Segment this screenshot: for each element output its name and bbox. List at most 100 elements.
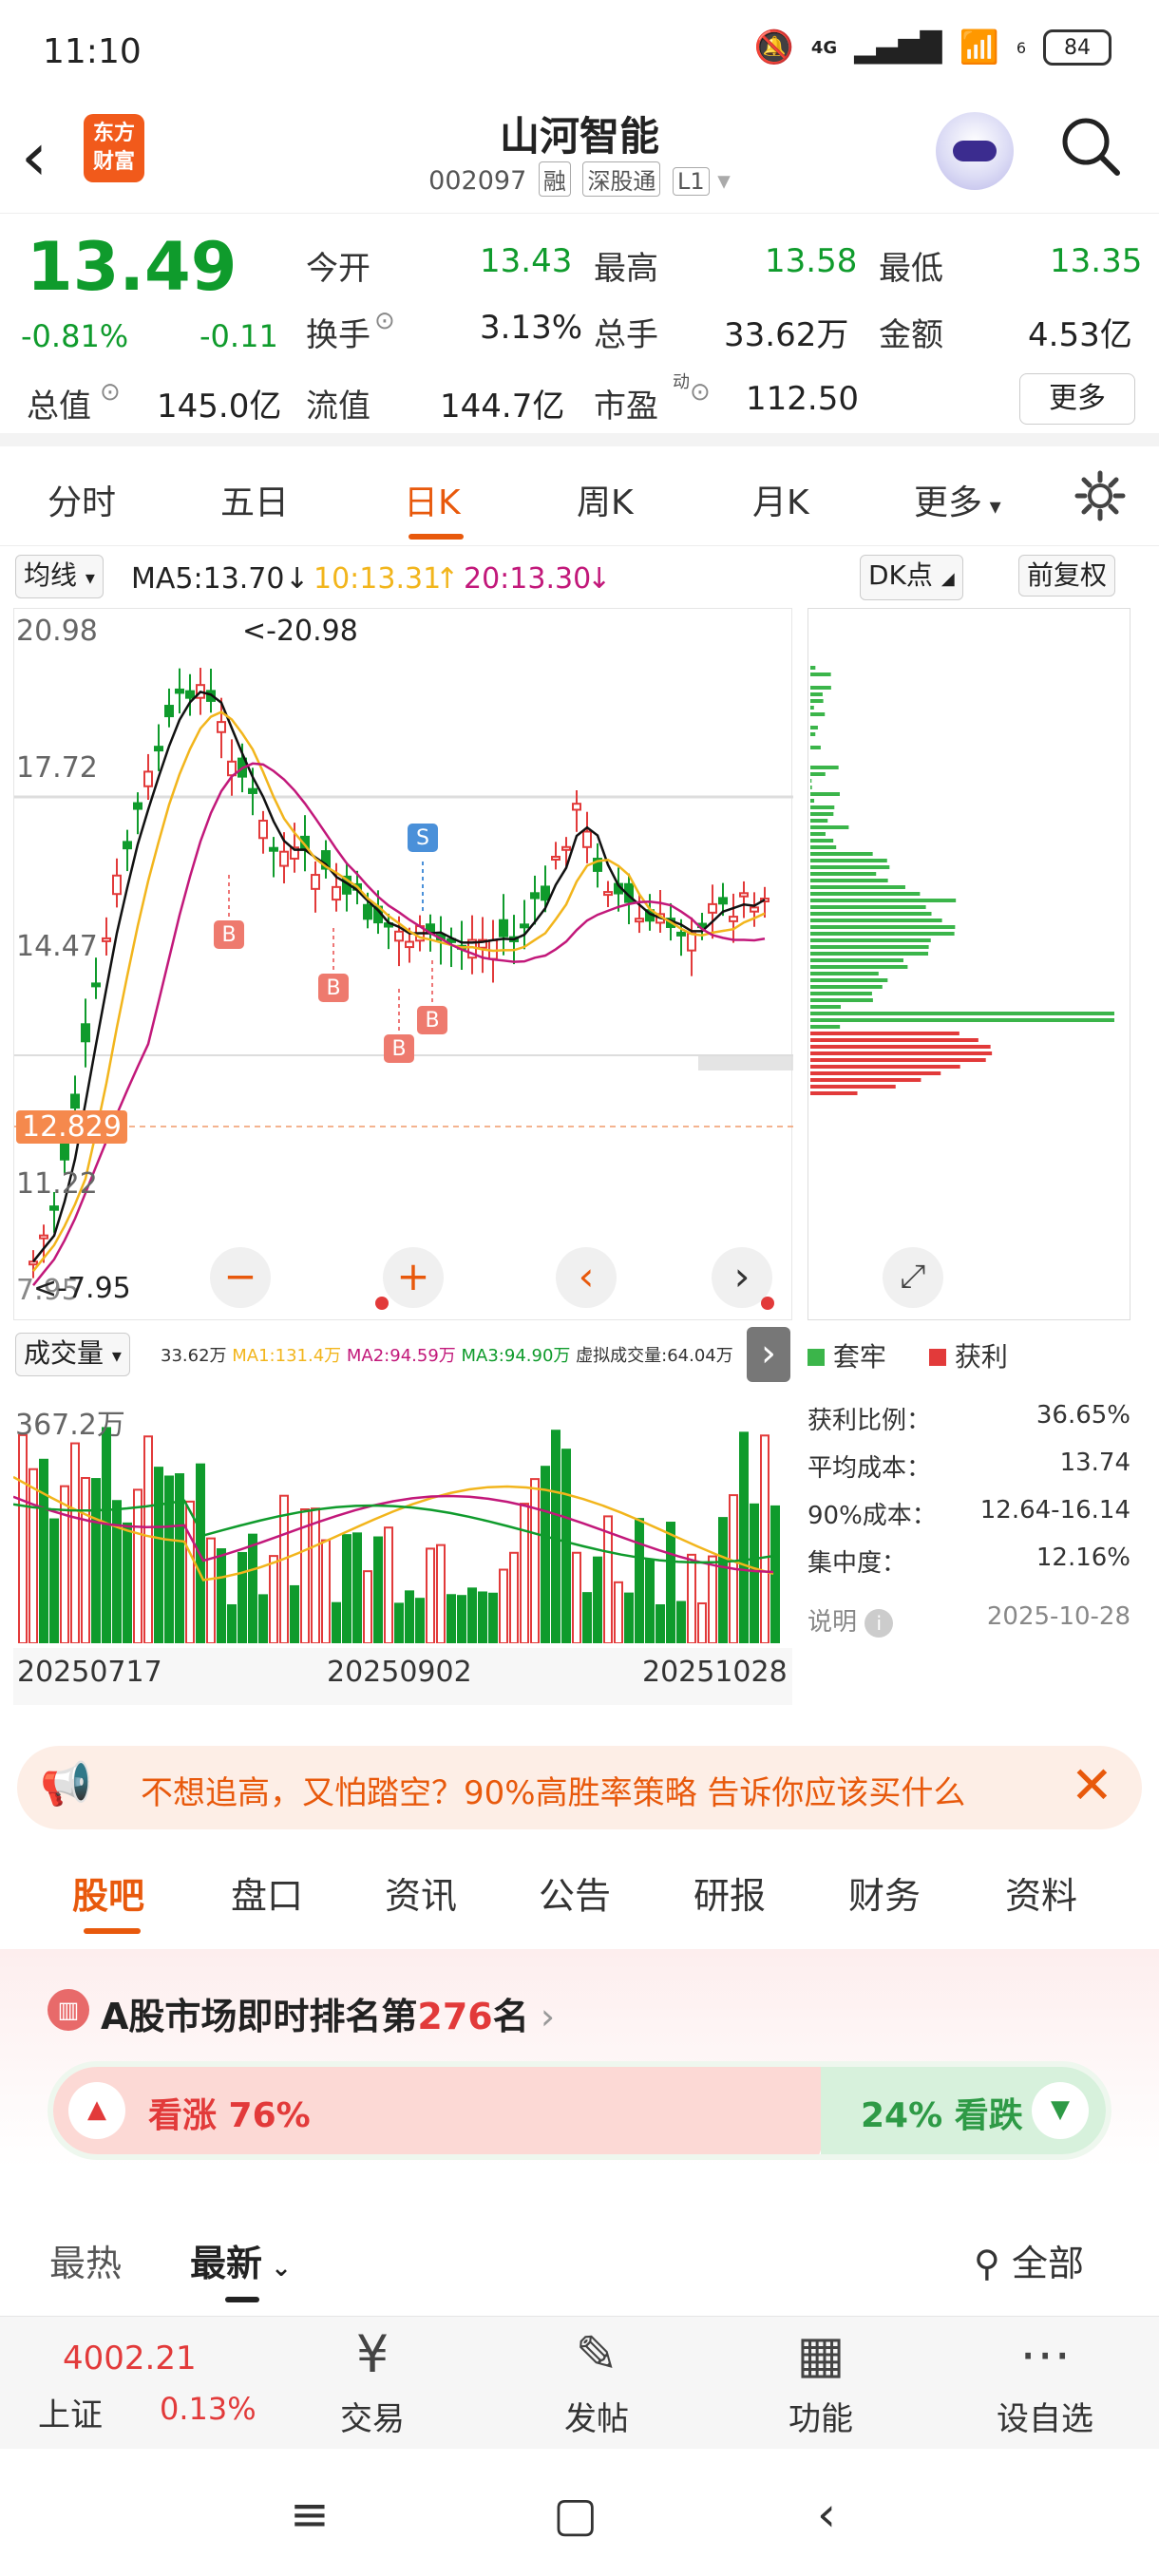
feed-tab-new[interactable]: 最新 ⌄ (190, 2234, 292, 2286)
filter-icon: ⚲ (974, 2243, 1000, 2284)
market-cap-info-icon[interactable]: ⊙ (100, 378, 121, 407)
dk-point-button[interactable]: DK点 ◢ (860, 555, 963, 600)
chip-bar (810, 978, 888, 982)
search-icon[interactable] (1056, 112, 1125, 180)
chip-distribution-chart[interactable]: ⤢ (808, 608, 1130, 1320)
tab-weekly-k[interactable]: 周K (577, 475, 634, 524)
feed-tab-hot[interactable]: 最热 (49, 2234, 122, 2286)
tab-intraday[interactable]: 分时 (48, 475, 116, 524)
volume-bar (373, 1536, 383, 1644)
tab-monthly-k[interactable]: 月K (752, 475, 809, 524)
candle (143, 770, 153, 787)
candle (572, 803, 581, 811)
change-amount: -0.11 (200, 318, 278, 354)
candle (739, 892, 749, 898)
market-cap-value: 145.0亿 (157, 388, 282, 426)
volume-bar (227, 1603, 237, 1644)
tab-financials[interactable]: 财务 (848, 1866, 921, 1919)
post-button[interactable]: ✎ 发帖 (521, 2317, 673, 2439)
chip-bar (810, 1025, 841, 1029)
more-dots-icon: ⋯ (1019, 2324, 1071, 2384)
stat-note[interactable]: 说明 i 2025-10-28 (808, 1602, 1130, 1638)
volume-bar (217, 1548, 226, 1645)
tab-five-day[interactable]: 五日 (220, 475, 289, 524)
close-icon[interactable]: ✕ (1071, 1755, 1113, 1815)
chip-bar (810, 865, 890, 869)
turnover-info-icon[interactable]: ⊙ (374, 307, 395, 335)
home-icon[interactable]: ▢ (553, 2487, 598, 2542)
chip-bar (810, 666, 816, 670)
bearish-label: 24% 看跌 (861, 2096, 1023, 2135)
red-dot (761, 1297, 774, 1310)
current-price: 13.49 (27, 228, 238, 306)
filter-button[interactable]: ⚲ 全部 (974, 2234, 1084, 2286)
index-name: 上证 (38, 2396, 103, 2434)
tab-news[interactable]: 资讯 (385, 1866, 457, 1919)
zoom-in-button[interactable]: + (383, 1247, 444, 1308)
candle (394, 930, 404, 942)
tab-daily-k[interactable]: 日K (404, 475, 461, 524)
ma20-arrow: ↓ (587, 562, 612, 596)
chip-bar (810, 1071, 941, 1075)
chip-stats: 套牢 获利 获利比例： 36.65% 平均成本： 13.74 90%成本： 12.64… (808, 1325, 1130, 1648)
index-change: 0.13% (160, 2391, 256, 2427)
trade-button[interactable]: ¥ 交易 (296, 2317, 448, 2439)
chip-bar (810, 1038, 978, 1042)
settings-gear-icon[interactable] (1074, 469, 1127, 522)
tab-orderbook[interactable]: 盘口 (231, 1866, 303, 1919)
volume-bar (739, 1431, 749, 1644)
tab-research[interactable]: 研报 (694, 1866, 766, 1919)
tab-more[interactable]: 更多 ▾ (914, 475, 1001, 524)
functions-button[interactable]: ▦ 功能 (745, 2317, 897, 2439)
chip-bar (810, 706, 814, 710)
menu-icon[interactable]: ≡ (290, 2487, 330, 2542)
promo-banner[interactable]: 📢 不想追高，又怕踏空？90%高胜率策略 告诉你应该买什么 ✕ (17, 1746, 1142, 1829)
volume-bar (290, 1584, 299, 1644)
yen-cycle-icon: ¥ (355, 2324, 390, 2384)
zoom-out-button[interactable]: − (210, 1247, 271, 1308)
ma-selector[interactable]: 均线 ▾ (15, 555, 104, 598)
candle (269, 846, 278, 852)
tab-announcements[interactable]: 公告 (539, 1866, 611, 1919)
system-nav-bar: ≡ ▢ ‹ (0, 2449, 1159, 2576)
expand-icon[interactable]: ⤢ (883, 1247, 943, 1308)
change-percent: -0.81% (21, 318, 129, 354)
robot-assistant-avatar[interactable] (936, 112, 1014, 190)
volume-bar (446, 1594, 456, 1644)
volume-bar (18, 1433, 28, 1644)
adjust-button[interactable]: 前复权 (1018, 555, 1116, 597)
stat-label: 集中度： (808, 1549, 907, 1578)
chip-bar (810, 812, 834, 816)
pe-label: 市盈 (594, 388, 658, 426)
scroll-left-button[interactable]: ‹ (556, 1247, 617, 1308)
chip-bar (810, 938, 931, 942)
candle (541, 885, 550, 901)
more-quote-button[interactable]: 更多 (1019, 373, 1135, 425)
watchlist-settings-button[interactable]: ⋯ 设自选 (969, 2317, 1121, 2439)
candle (248, 787, 257, 794)
open-label: 今开 (306, 250, 370, 288)
volume-chart[interactable]: 367.2万 (12, 1382, 792, 1645)
kline-chart[interactable]: BBBBS 20.98 17.72 14.47 12.829 11.22 7.9… (13, 608, 793, 1320)
dropdown-icon[interactable]: ▾ (717, 166, 731, 196)
legend-trapped-label: 套牢 (832, 1341, 886, 1373)
expand-panel-arrow-icon[interactable]: › (747, 1327, 790, 1382)
vote-up-icon[interactable]: ▲ (68, 2082, 125, 2139)
tab-profile[interactable]: 资料 (1005, 1866, 1077, 1919)
volume-bar (258, 1594, 268, 1644)
volume-bar (311, 1507, 320, 1644)
tab-forum[interactable]: 股吧 (72, 1866, 144, 1919)
back-icon[interactable]: ‹ (817, 2487, 836, 2542)
promo-text: 不想追高，又怕踏空？90%高胜率策略 告诉你应该买什么 (141, 1774, 966, 1812)
volume-selector[interactable]: 成交量 ▾ (15, 1333, 130, 1376)
vote-down-icon[interactable]: ▼ (1032, 2082, 1089, 2139)
ranking-section: ▥ A股市场即时排名第276名 › ▲ 看涨 76% 24% 看跌 ▼ (0, 1949, 1159, 2168)
volume-legend: 33.62万 MA1:131.4万 MA2:94.59万 MA3:94.90万 … (161, 1342, 733, 1367)
volume-bar (112, 1500, 122, 1644)
pe-info-icon[interactable]: ⊙ (690, 378, 711, 407)
index-value[interactable]: 4002.21 (63, 2339, 197, 2377)
open-value: 13.43 (480, 242, 573, 280)
ranking-title[interactable]: A股市场即时排名第276名 › (101, 1987, 555, 2039)
chip-bar (810, 998, 873, 1002)
chip-bar (810, 699, 824, 703)
